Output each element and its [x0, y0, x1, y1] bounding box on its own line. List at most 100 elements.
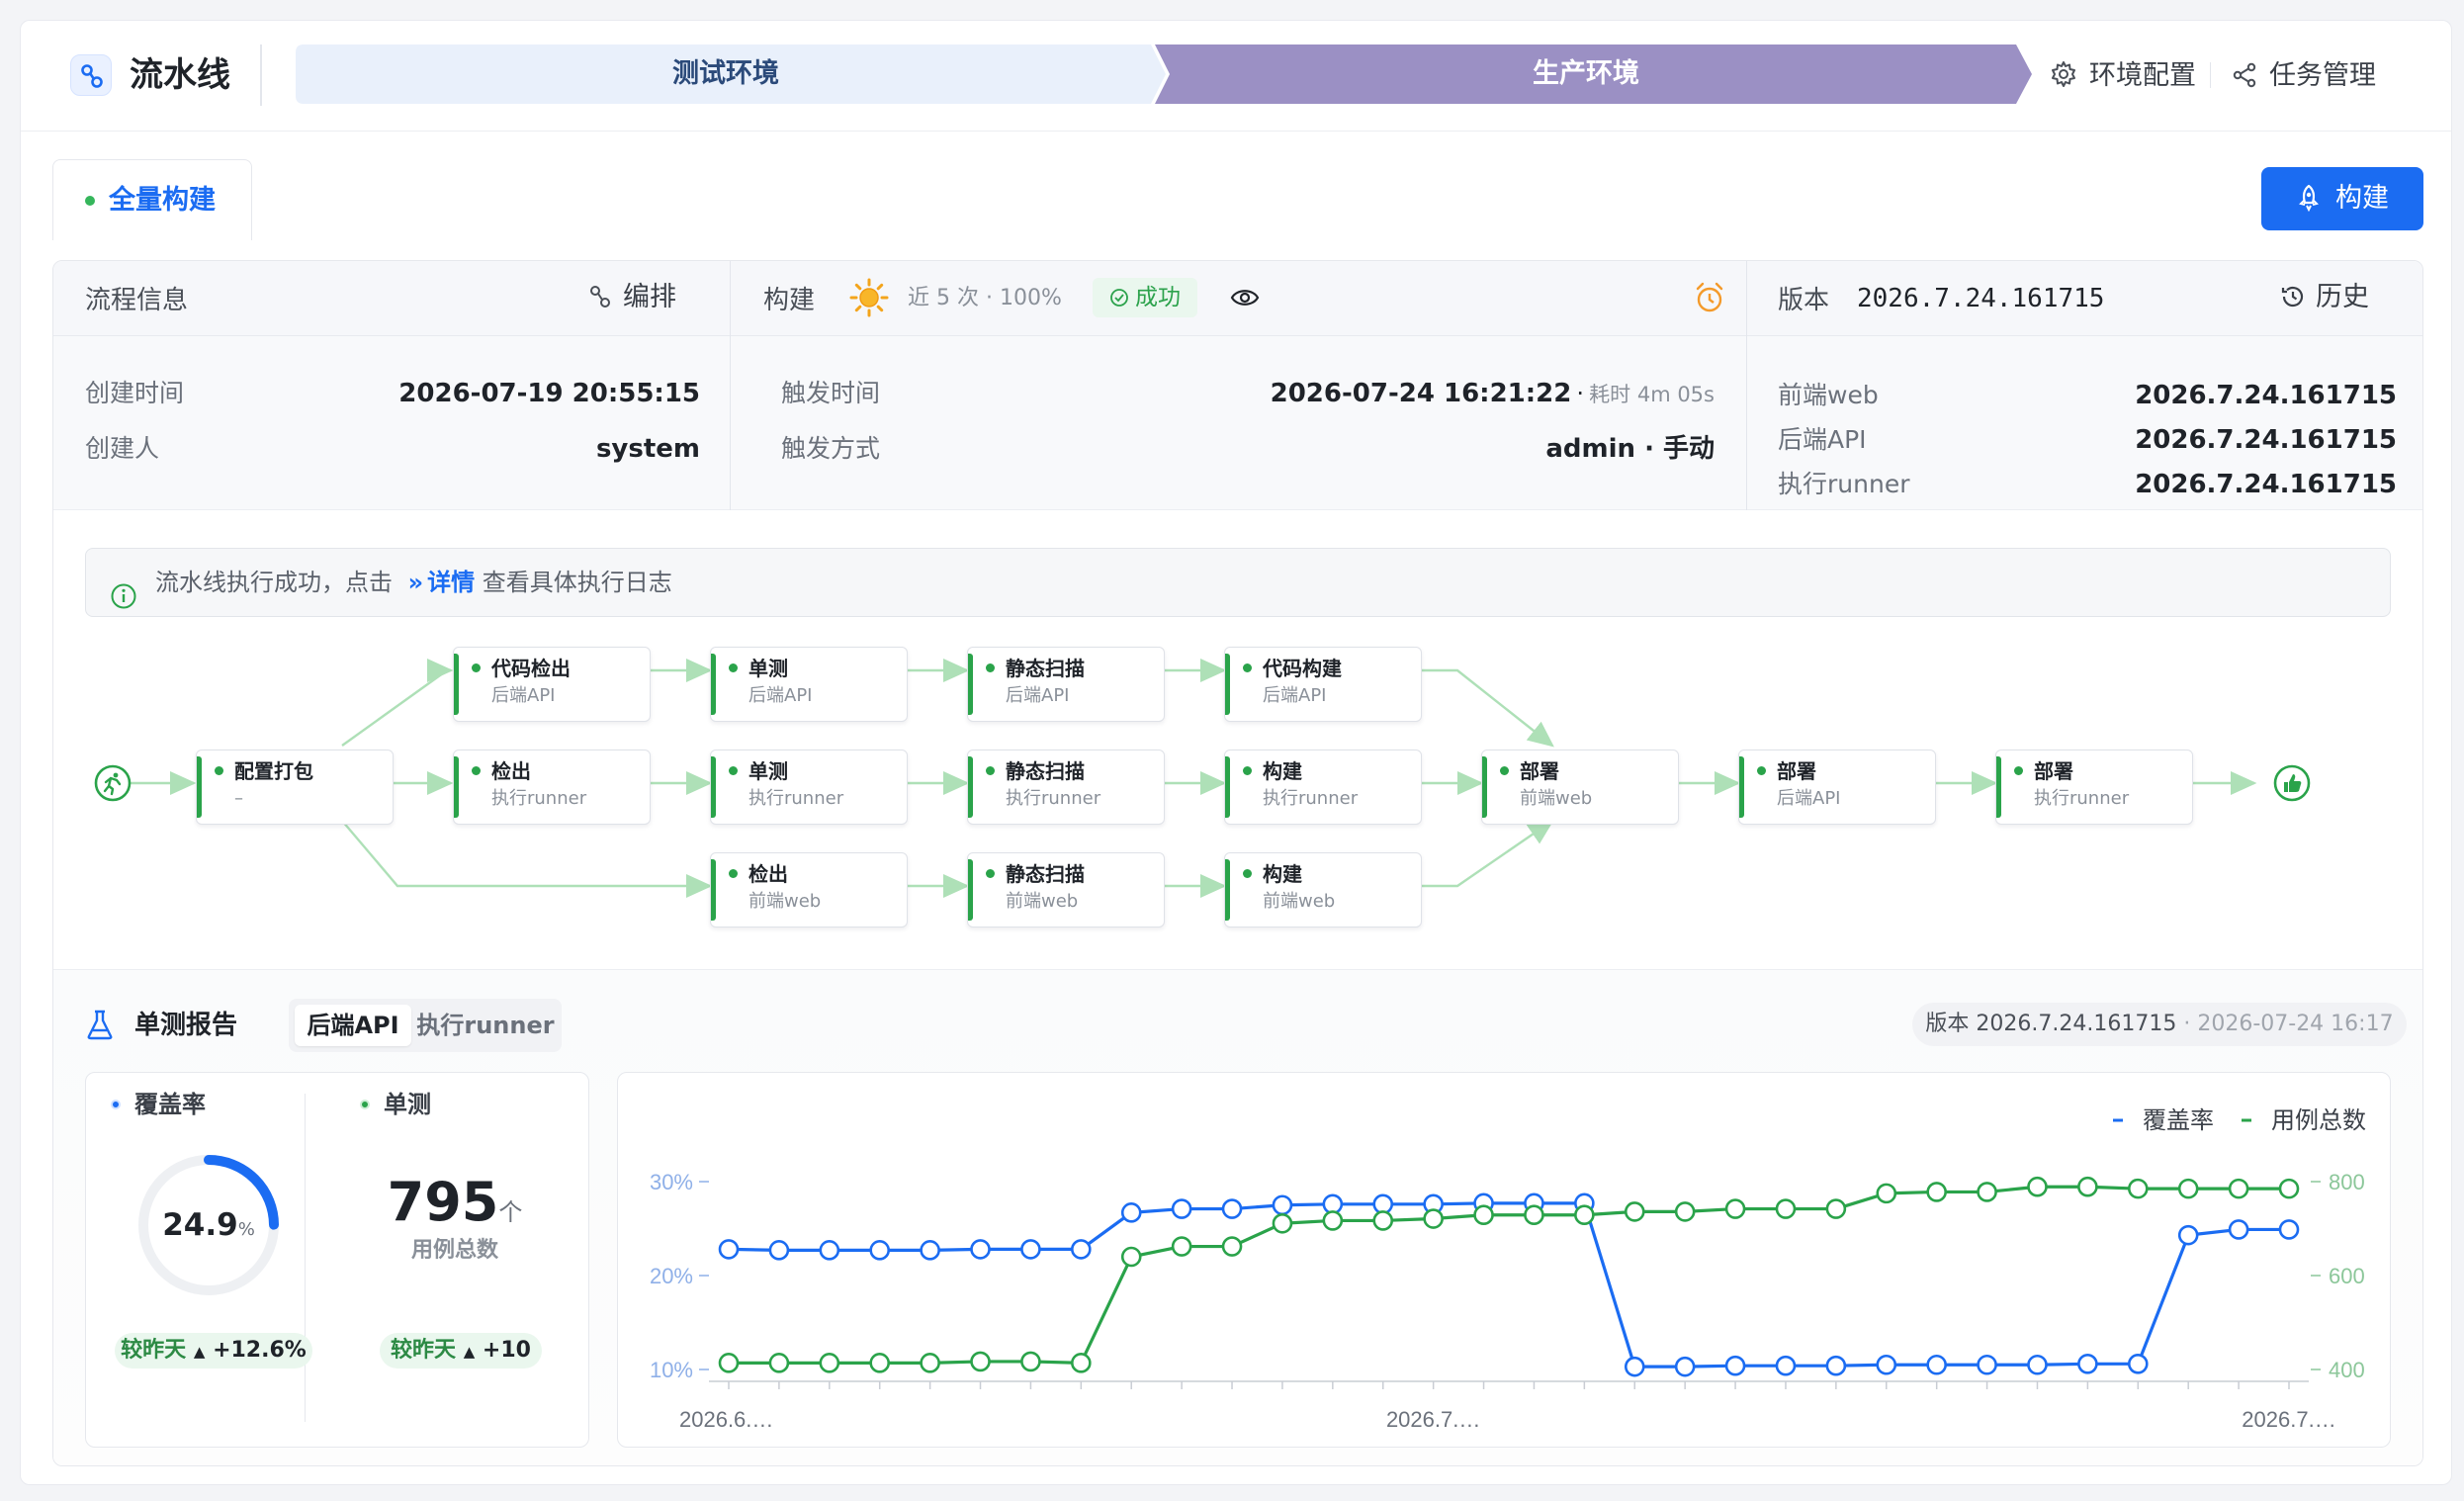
pipeline-node-r1[interactable]: 检出 执行runner [453, 750, 651, 825]
data-point [1825, 1198, 1847, 1219]
share-icon [2232, 60, 2269, 91]
node-subtitle: 执行runner [491, 788, 587, 809]
node-subtitle: 前端web [1520, 788, 1593, 809]
series-line [728, 1201, 2289, 1369]
rocket-icon [2296, 183, 2335, 214]
alert-detail-link[interactable]: » 详情 [400, 569, 476, 596]
data-point [2077, 1176, 2098, 1197]
pipeline-node-w2[interactable]: 静态扫描前端web [967, 852, 1165, 927]
node-status-dot [729, 766, 738, 775]
segment-backend-api[interactable]: 后端API [295, 1005, 411, 1046]
alert-suffix: 查看具体执行日志 [482, 569, 672, 596]
node-status-dot [1243, 869, 1252, 878]
stage-test-env[interactable]: 测试环境 [296, 44, 1156, 104]
y-left-tick-label: 20% [650, 1264, 693, 1288]
tests-label: 单测 [384, 1091, 431, 1118]
component-name: 前端web [1778, 381, 1879, 409]
node-subtitle: 前端web [1006, 891, 1079, 912]
node-status-dot [729, 869, 738, 878]
data-point [768, 1353, 790, 1373]
data-point [1775, 1355, 1797, 1376]
report-title: 单测报告 [134, 1011, 238, 1040]
data-point [1977, 1354, 1997, 1375]
pipeline-node-w1[interactable]: 检出 前端web [710, 852, 908, 927]
trigger-mode-label: 触发方式 [781, 434, 881, 463]
data-point [2177, 1224, 2199, 1246]
edit-flow-button[interactable]: 编排 [587, 281, 676, 314]
delta-value: +12.6% [213, 1338, 307, 1363]
data-point [2278, 1219, 2300, 1240]
segment-runner[interactable]: 执行runner [415, 1005, 556, 1046]
data-point [1171, 1236, 1192, 1257]
component-version: 2026.7.24.161715 [2135, 381, 2397, 410]
trend-line-chart: 10% 20% 30% 400 600 800 2026.6.… 2026.7.… 2026.7… [650, 1107, 2366, 1432]
delta-label: 较昨天 [391, 1338, 457, 1363]
node-status-dot [1757, 766, 1766, 775]
data-point [1524, 1204, 1544, 1226]
node-subtitle: – [234, 788, 243, 809]
trigger-time-group: 2026-07-24 16:21:22 · 耗时 4m 05s [1181, 378, 1715, 412]
data-point [1272, 1194, 1293, 1216]
env-config-link[interactable]: 环境配置 [2050, 60, 2196, 92]
pipeline-node-b3[interactable]: 静态扫描 后端API [967, 647, 1165, 722]
node-title: 构建 [1263, 862, 1302, 886]
pipeline-node-d3[interactable]: 部署 执行runner [1995, 750, 2193, 825]
pipeline-node-d1[interactable]: 部署 前端web [1481, 750, 1679, 825]
data-point [1724, 1198, 1746, 1219]
info-col-divider [730, 261, 731, 510]
tests-count: 795 [387, 1171, 499, 1233]
pipeline-node-r4[interactable]: 构建 执行runner [1224, 750, 1422, 825]
data-point [970, 1351, 991, 1372]
y-right-tick-label: 400 [2329, 1358, 2365, 1382]
pipeline-edit-icon [587, 282, 623, 312]
data-point [1775, 1198, 1797, 1219]
node-subtitle: 后端API [748, 685, 813, 706]
data-point [1322, 1193, 1344, 1215]
tab-full-build[interactable]: 全量构建 [52, 159, 252, 240]
x-tick-label: 2026.7.… [2242, 1407, 2335, 1432]
flow-info-title: 流程信息 [85, 286, 189, 315]
report-segment-control: 后端API 执行runner [289, 999, 562, 1052]
version-value: 2026.7.24.161715 [1857, 284, 2105, 313]
data-point [1322, 1210, 1344, 1231]
y-left-tick-label: 10% [650, 1358, 693, 1382]
node-status-dot [472, 663, 481, 672]
pipeline-node-w3[interactable]: 构建前端web [1224, 852, 1422, 927]
pipeline-node-d2[interactable]: 部署 后端API [1738, 750, 1936, 825]
triangle-up-icon: ▲ [193, 1343, 206, 1361]
series-line [729, 1185, 2289, 1365]
pipeline-node-b2[interactable]: 单测后端API [710, 647, 908, 722]
history-label: 历史 [2316, 282, 2369, 312]
node-title: 单测 [748, 657, 788, 680]
component-version: 2026.7.24.161715 [2135, 470, 2397, 499]
eye-icon[interactable] [1230, 285, 1260, 314]
component-name: 后端API [1778, 425, 1867, 454]
app-title: 流水线 [130, 55, 230, 95]
build-button[interactable]: 构建 [2261, 167, 2423, 230]
coverage-dot [111, 1100, 121, 1109]
tests-count-group: 795个 [326, 1173, 583, 1245]
node-title: 静态扫描 [1006, 862, 1085, 886]
history-button[interactable]: 历史 [2280, 281, 2369, 314]
report-version: 版本 2026.7.24.161715 [1925, 1012, 2177, 1036]
alert-prefix: 流水线执行成功，点击 [155, 569, 393, 596]
pipeline-node-b1[interactable]: 代码检出 后端API [453, 647, 651, 722]
node-status-dot [215, 766, 223, 775]
y-right-tick-label: 800 [2329, 1170, 2365, 1194]
alarm-clock-icon[interactable] [1693, 281, 1726, 318]
stage-prod-env[interactable]: 生产环境 [1156, 44, 2016, 104]
pipeline-node-r3[interactable]: 静态扫描 执行runner [967, 750, 1165, 825]
node-status-dot [1243, 663, 1252, 672]
data-point [718, 1353, 740, 1373]
task-manage-label: 任务管理 [2269, 60, 2376, 91]
data-point [2177, 1178, 2199, 1199]
node-subtitle: 前端web [748, 891, 822, 912]
data-point [869, 1353, 891, 1373]
pipeline-node-r2[interactable]: 单测 执行runner [710, 750, 908, 825]
data-point [2127, 1178, 2149, 1199]
task-manage-link[interactable]: 任务管理 [2232, 60, 2376, 92]
pipeline-node-b4[interactable]: 代码构建 后端API [1224, 647, 1422, 722]
node-subtitle: 前端web [1263, 891, 1336, 912]
pipeline-node-config[interactable]: 配置打包 – [196, 750, 394, 825]
build-button-label: 构建 [2335, 183, 2389, 214]
